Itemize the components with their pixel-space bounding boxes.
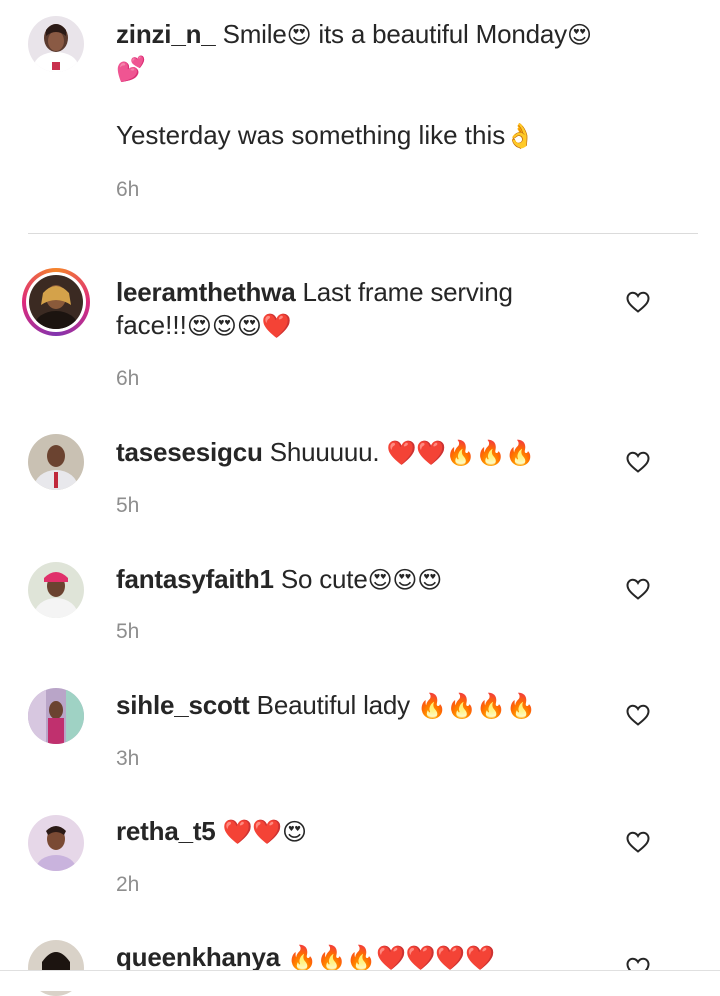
- comment-emojis: 😍😍😍❤️: [186, 312, 292, 340]
- comment-text-line1: fantasyfaith1 So cute😍😍😍: [116, 563, 442, 597]
- comment-body: Beautiful lady: [256, 690, 411, 720]
- comment-username[interactable]: tasesesigcu: [116, 437, 263, 467]
- comment-text-line1: tasesesigcu Shuuuuu. ❤️❤️🔥🔥🔥: [116, 436, 535, 470]
- comment-text-line1: leeramthethwa Last frame serving: [116, 276, 513, 309]
- caption-emoji-1: 😍: [286, 21, 312, 49]
- comment-emojis: ❤️❤️🔥🔥🔥: [386, 439, 535, 467]
- profile-photo-icon: [28, 16, 84, 72]
- caption-emoji-3: 💕: [116, 55, 146, 83]
- caption-line-1: zinzi_n_ Smile😍 its a beautiful Monday😍: [116, 18, 592, 52]
- comment-username[interactable]: retha_t5: [116, 816, 216, 846]
- comment-text-line1: retha_t5 ❤️❤️😍: [116, 815, 307, 849]
- comment-time: 5h: [116, 620, 140, 643]
- comment-time: 5h: [116, 494, 140, 517]
- caption-text-2: its a beautiful Monday: [311, 19, 567, 49]
- comment-username[interactable]: fantasyfaith1: [116, 564, 274, 594]
- comment-emojis: 🔥🔥🔥🔥: [417, 692, 536, 720]
- avatar-sihle-scott[interactable]: [28, 688, 84, 744]
- comment-body: Shuuuuu.: [269, 437, 380, 467]
- comment-time: 2h: [116, 873, 140, 896]
- avatar-retha-t5[interactable]: [28, 815, 84, 871]
- caption-emoji-4: 👌: [505, 122, 536, 150]
- comment-body: Last frame serving: [302, 277, 513, 307]
- bottom-bar-edge: [0, 970, 720, 991]
- heart-outline-icon[interactable]: [625, 703, 651, 727]
- heart-outline-icon[interactable]: [625, 450, 651, 474]
- profile-photo-icon: [28, 815, 84, 871]
- caption-text-3: Yesterday was something like this: [116, 120, 506, 150]
- avatar-leeramthethwa[interactable]: [22, 268, 90, 336]
- caption-emoji-2: 😍: [566, 21, 592, 49]
- comment-body-2: face!!!: [116, 310, 187, 340]
- comment-text-line2: face!!!😍😍😍❤️: [116, 309, 292, 343]
- caption-text-1: Smile: [222, 19, 287, 49]
- comment-username[interactable]: sihle_scott: [116, 690, 250, 720]
- comment-username[interactable]: queenkhanya: [116, 942, 280, 972]
- caption-time: 6h: [116, 178, 140, 201]
- avatar-tasesesigcu[interactable]: [28, 434, 84, 490]
- avatar-zinzi[interactable]: [28, 16, 84, 72]
- caption-line-3: Yesterday was something like this👌: [116, 119, 535, 153]
- heart-outline-icon[interactable]: [625, 290, 651, 314]
- caption-line-2: 💕: [116, 52, 146, 86]
- comment-text-line1: sihle_scott Beautiful lady 🔥🔥🔥🔥: [116, 689, 536, 723]
- profile-photo-icon: [29, 275, 83, 329]
- profile-photo-icon: [28, 688, 84, 744]
- heart-outline-icon[interactable]: [625, 577, 651, 601]
- profile-photo-icon: [28, 562, 84, 618]
- comment-time: 3h: [116, 747, 140, 770]
- comment-body: So cute: [280, 564, 368, 594]
- comment-emojis: 🔥🔥🔥❤️❤️❤️❤️: [287, 944, 495, 972]
- post-caption: zinzi_n_ Smile😍 its a beautiful Monday😍 …: [0, 0, 720, 234]
- comment-username[interactable]: leeramthethwa: [116, 277, 296, 307]
- heart-outline-icon[interactable]: [625, 830, 651, 854]
- comment-emojis: 😍😍😍: [367, 566, 443, 594]
- comment-emojis: ❤️❤️😍: [222, 818, 307, 846]
- profile-photo-icon: [28, 434, 84, 490]
- caption-username[interactable]: zinzi_n_: [116, 19, 216, 49]
- avatar-fantasyfaith1[interactable]: [28, 562, 84, 618]
- comment-time: 6h: [116, 367, 140, 390]
- divider: [28, 233, 698, 234]
